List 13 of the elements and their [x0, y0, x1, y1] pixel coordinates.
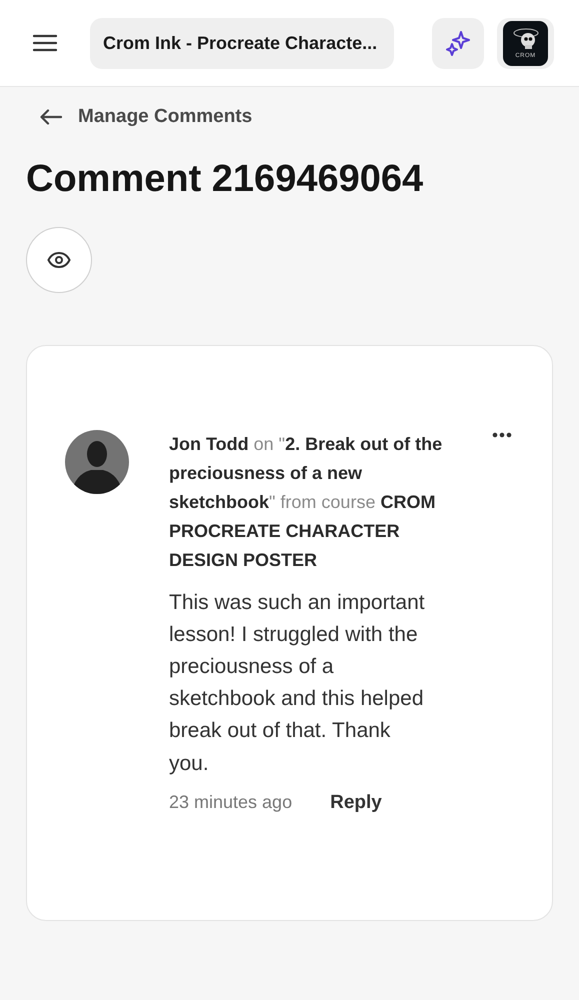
comment-context: Jon Todd on "2. Break out of the preciousness of a new sketchbook" from course CROM PROCREATE CHARACTER DESIGN POSTER — [169, 432, 444, 572]
page-title: Comment 2169469064 — [26, 157, 424, 202]
more-options-icon[interactable] — [492, 432, 512, 438]
site-title-button[interactable]: Crom Ink - Procreate Characte... — [90, 18, 394, 68]
comment-text: This was such an important lesson! I struggled with the preciousness of a sketchbook and this helped break out of that. Thank you. — [169, 590, 426, 777]
back-arrow-icon — [40, 109, 62, 125]
reply-button[interactable]: Reply — [330, 792, 382, 814]
sparkle-icon — [445, 30, 471, 56]
eye-icon — [47, 250, 71, 269]
comment-time: 23 minutes ago — [169, 792, 292, 814]
menu-icon[interactable] — [33, 34, 57, 52]
sparkle-button[interactable] — [432, 18, 484, 68]
back-link[interactable]: Manage Comments — [40, 97, 252, 137]
